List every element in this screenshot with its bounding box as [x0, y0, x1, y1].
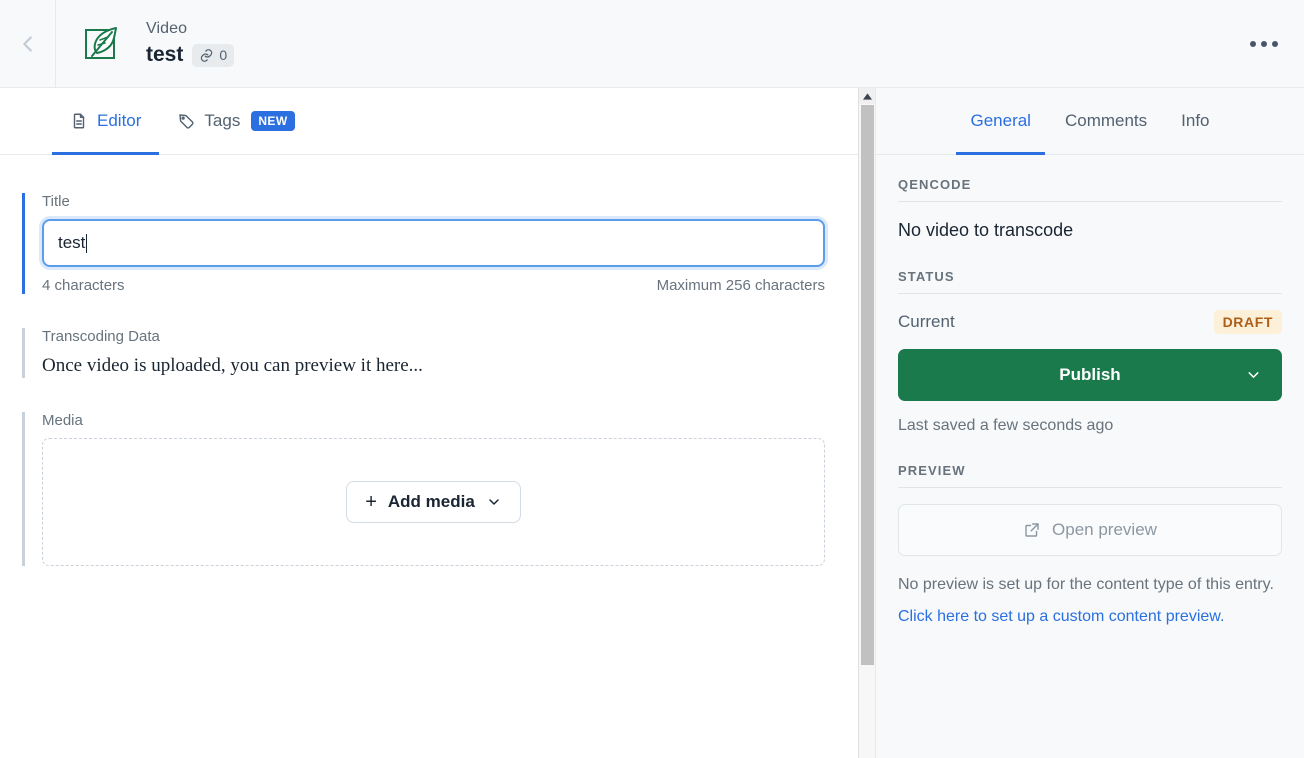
sidebar: General Comments Info QENCODE No video t…: [876, 88, 1304, 758]
tab-tags-label: Tags: [204, 111, 241, 130]
field-media: Media + Add media: [22, 412, 825, 566]
publish-button[interactable]: Publish: [898, 349, 1282, 401]
entry-identity: Video test 0: [56, 18, 235, 70]
title-input[interactable]: test: [42, 219, 825, 267]
feather-square-icon: [76, 18, 128, 70]
open-preview-label: Open preview: [1052, 520, 1157, 539]
tag-icon: [179, 114, 194, 129]
publish-button-label: Publish: [1059, 365, 1121, 384]
title-char-count: 4 characters: [42, 277, 125, 294]
kebab-dot: [1272, 40, 1278, 47]
title-input-value: test: [58, 233, 86, 252]
more-actions-button[interactable]: [1242, 33, 1286, 55]
field-title: Title test 4 characters Maximum 256 char…: [22, 193, 825, 294]
entry-identity-text: Video test 0: [146, 19, 235, 68]
field-title-label: Title: [42, 193, 70, 210]
field-transcoding-label: Transcoding Data: [42, 328, 160, 345]
plus-icon: +: [365, 491, 377, 513]
field-media-label: Media: [42, 412, 83, 429]
title-max-hint: Maximum 256 characters: [656, 277, 825, 294]
tab-tags-new-badge: NEW: [251, 111, 295, 131]
sidebar-tab-info[interactable]: Info: [1167, 88, 1223, 154]
kebab-dot: [1261, 40, 1267, 47]
field-transcoding-data: Transcoding Data Once video is uploaded,…: [22, 328, 823, 378]
editor-scrollbar[interactable]: [858, 88, 875, 758]
kebab-dot: [1250, 40, 1256, 47]
editor-tabbar: Editor Tags NEW: [0, 88, 875, 155]
open-preview-button[interactable]: Open preview: [898, 504, 1282, 556]
status-row: Current DRAFT: [898, 310, 1282, 334]
chevron-left-icon: [22, 35, 32, 52]
back-button[interactable]: [0, 0, 56, 87]
app-root: Video test 0 Editor Tags NEW Title test …: [0, 0, 1304, 758]
caret-up-icon: [862, 92, 872, 100]
main-column: Editor Tags NEW Title test 4 characters …: [0, 88, 876, 758]
link-icon: [201, 48, 213, 62]
section-heading-qencode: QENCODE: [898, 177, 1282, 202]
status-badge: DRAFT: [1213, 310, 1282, 334]
incoming-links-count: 0: [219, 47, 228, 63]
tab-tags[interactable]: Tags NEW: [159, 88, 312, 154]
field-title-helpers: 4 characters Maximum 256 characters: [42, 277, 825, 294]
incoming-links-badge[interactable]: 0: [192, 43, 235, 67]
editor-scroll-area: Title test 4 characters Maximum 256 char…: [0, 155, 875, 758]
chevron-down-icon[interactable]: [1245, 367, 1262, 384]
field-transcoding-value: Once video is uploaded, you can preview …: [42, 355, 423, 376]
sidebar-tabbar: General Comments Info: [876, 88, 1304, 155]
add-media-label: Add media: [387, 492, 475, 511]
scrollbar-thumb[interactable]: [861, 105, 874, 665]
last-saved-note: Last saved a few seconds ago: [898, 417, 1114, 434]
external-link-icon: [1025, 523, 1039, 537]
preview-note: No preview is set up for the content typ…: [898, 576, 1274, 593]
setup-preview-link[interactable]: Click here to set up a custom content pr…: [898, 608, 1224, 626]
top-bar: Video test 0: [0, 0, 1304, 88]
sidebar-tab-comments-label: Comments: [1064, 111, 1148, 130]
qencode-message: No video to transcode: [898, 220, 1074, 240]
sidebar-tab-general-label: General: [970, 111, 1031, 130]
section-heading-preview: PREVIEW: [898, 463, 1282, 488]
body-wrapper: Editor Tags NEW Title test 4 characters …: [0, 88, 1304, 758]
media-dropzone[interactable]: + Add media: [42, 438, 825, 566]
scrollbar-up-button[interactable]: [859, 88, 875, 104]
document-icon: [73, 113, 85, 129]
chevron-down-icon: [489, 499, 499, 505]
text-caret: [86, 233, 88, 253]
tab-editor-label: Editor: [97, 111, 142, 130]
page-title: test: [146, 43, 184, 66]
sidebar-tab-info-label: Info: [1181, 111, 1210, 130]
add-media-button[interactable]: + Add media: [346, 481, 521, 523]
section-heading-status: STATUS: [898, 269, 1282, 294]
sidebar-tab-comments[interactable]: Comments: [1051, 88, 1161, 154]
sidebar-body: QENCODE No video to transcode STATUS Cur…: [876, 155, 1304, 626]
tab-editor[interactable]: Editor: [52, 88, 160, 155]
content-type-label: Video: [146, 20, 188, 37]
status-current-label: Current: [898, 312, 955, 331]
sidebar-tab-general[interactable]: General: [956, 88, 1046, 155]
